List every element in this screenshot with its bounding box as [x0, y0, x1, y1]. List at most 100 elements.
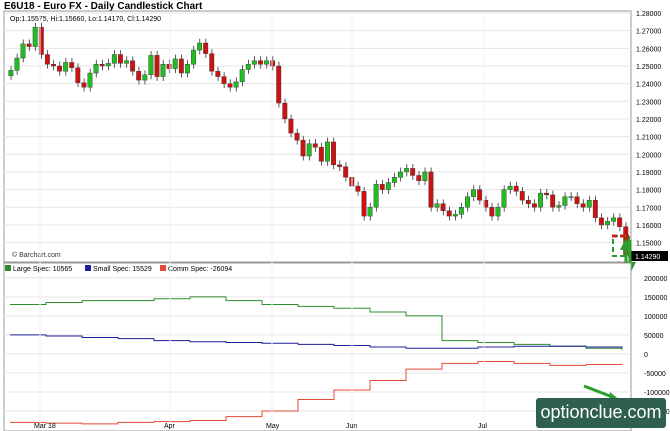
- candle-body: [282, 102, 288, 120]
- candle-body: [410, 168, 416, 176]
- candle-body: [391, 177, 397, 183]
- candle-body: [312, 143, 318, 148]
- legend-swatch-comm: [160, 265, 166, 271]
- candle-body: [343, 166, 349, 178]
- candle-body: [215, 71, 221, 77]
- candle-body: [178, 58, 184, 74]
- price-tick-label: 1.22000: [636, 117, 661, 124]
- candle-body: [605, 221, 610, 226]
- candle-body: [404, 168, 410, 173]
- candle-body: [124, 60, 129, 64]
- candle-body: [513, 185, 519, 192]
- candle-body: [337, 164, 343, 167]
- candle-body: [197, 42, 203, 51]
- candle-body: [385, 182, 391, 190]
- candle-body: [538, 192, 543, 208]
- candle-body: [324, 141, 330, 162]
- candle-body: [331, 141, 336, 166]
- candle-body: [75, 67, 81, 83]
- candle-body: [598, 217, 604, 226]
- candle-body: [556, 205, 562, 208]
- legend-large-spec: Large Spec: 10565: [13, 266, 72, 273]
- candle-body: [136, 71, 142, 81]
- cot-tick-label: 200000: [644, 276, 667, 283]
- candle-body: [93, 64, 99, 74]
- candle-body: [160, 64, 166, 77]
- price-tick-label: 1.17000: [636, 205, 661, 212]
- x-tick-label: Mar 18: [34, 423, 56, 430]
- watermark-logo: optionclue.com: [536, 398, 666, 428]
- candle-body: [458, 207, 464, 215]
- candle-body: [44, 54, 50, 65]
- candle-body: [251, 60, 257, 65]
- candle-body: [184, 64, 190, 74]
- candle-body: [8, 70, 14, 76]
- candle-body: [117, 54, 123, 64]
- candle-body: [398, 171, 403, 178]
- chart-canvas: Op:1.15575, Hi:1.15660, Lo:1.14170, Cl:1…: [3, 10, 670, 431]
- candle-body: [318, 147, 324, 162]
- candle-body: [586, 199, 592, 208]
- candle-body: [580, 203, 586, 208]
- candle-body: [14, 57, 20, 71]
- candle-body: [574, 196, 580, 204]
- candle-body: [300, 139, 306, 157]
- x-tick-label: May: [266, 423, 280, 430]
- candle-body: [276, 65, 282, 104]
- candle-body: [440, 203, 446, 211]
- candle-body: [20, 43, 26, 59]
- candle-body: [501, 189, 507, 208]
- candle-body: [130, 60, 136, 72]
- candle-body: [258, 60, 263, 65]
- candle-body: [525, 199, 531, 204]
- candle-body: [489, 207, 495, 217]
- candle-body: [562, 196, 568, 206]
- credit-label: © Barchart.com: [12, 251, 61, 259]
- candle-body: [373, 184, 379, 208]
- legend-swatch-large: [5, 265, 11, 271]
- candle-body: [26, 43, 32, 47]
- candle-body: [154, 55, 160, 77]
- candle-body: [495, 207, 501, 217]
- candle-body: [452, 214, 458, 217]
- candle-body: [239, 69, 245, 83]
- candle-body: [294, 132, 300, 141]
- candle-body: [111, 54, 117, 64]
- ohlc-label: Op:1.15575, Hi:1.15660, Lo:1.14170, Cl:1…: [10, 16, 161, 23]
- candle-body: [592, 199, 598, 219]
- candle-body: [81, 82, 87, 88]
- candle-body: [105, 63, 111, 67]
- candle-body: [355, 185, 361, 192]
- last-price-label: 1.14290: [635, 254, 660, 261]
- candle-body: [568, 196, 574, 198]
- price-tick-label: 1.15000: [636, 241, 661, 248]
- x-tick-label: Jun: [346, 423, 357, 430]
- candle-body: [531, 203, 537, 208]
- watermark-text: optionclue.com: [540, 402, 662, 422]
- candle-body: [191, 49, 196, 65]
- candle-body: [221, 76, 227, 84]
- price-tick-label: 1.20000: [636, 152, 661, 159]
- candle-body: [51, 64, 56, 67]
- candle-body: [209, 53, 215, 72]
- candle-body: [32, 26, 38, 47]
- candle-body: [270, 60, 276, 67]
- candle-body: [203, 42, 209, 54]
- candle-body: [434, 203, 440, 208]
- price-tick-label: 1.21000: [636, 135, 661, 142]
- candle-body: [142, 74, 148, 81]
- candle-body: [99, 64, 105, 67]
- legend-comm-spec: Comm Spec: -26094: [168, 266, 232, 273]
- candle-body: [87, 72, 93, 88]
- candle-body: [172, 58, 178, 69]
- candle-body: [233, 81, 239, 88]
- candle-body: [477, 189, 483, 201]
- price-tick-label: 1.24000: [636, 82, 661, 89]
- candle-body: [245, 64, 251, 70]
- price-tick-label: 1.25000: [636, 64, 661, 71]
- candle-body: [465, 196, 470, 208]
- candle-body: [519, 191, 525, 201]
- legend-swatch-small: [85, 265, 91, 271]
- candle-body: [428, 171, 434, 208]
- candle-body: [306, 143, 312, 157]
